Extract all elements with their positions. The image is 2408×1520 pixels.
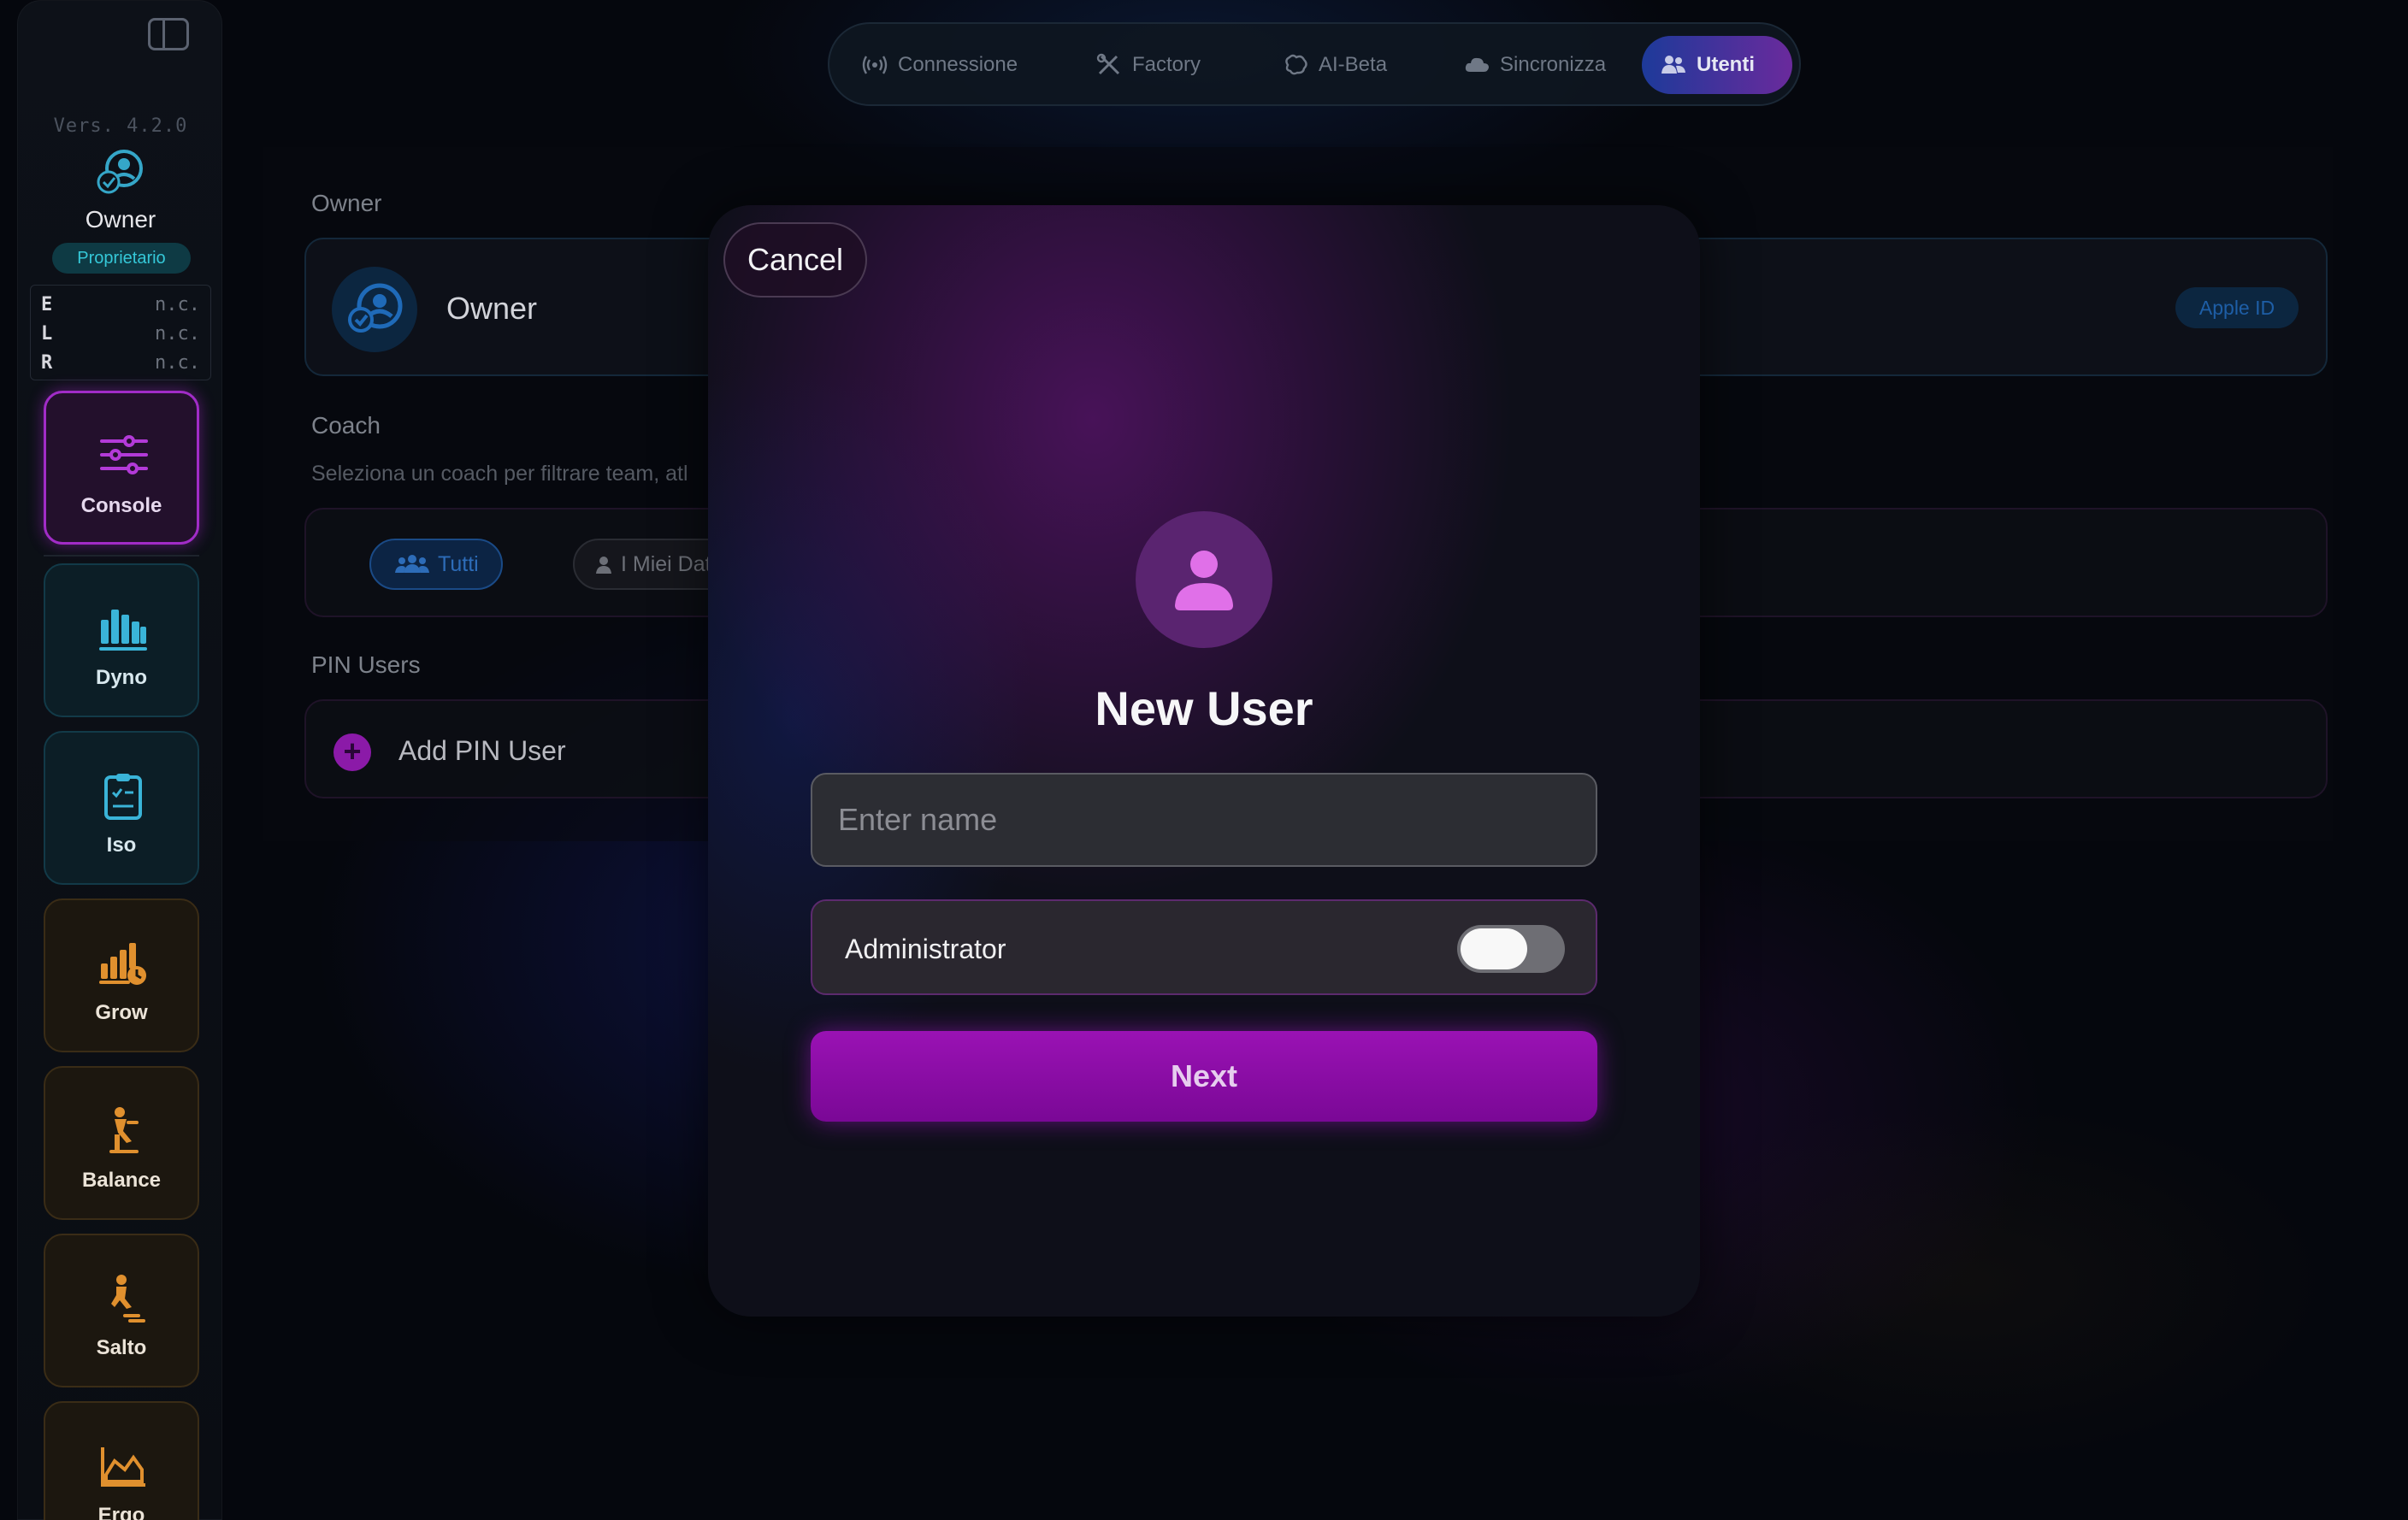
area-chart-icon (101, 1447, 145, 1487)
app-version: Vers. 4.2.0 (53, 115, 188, 137)
sidebar-item-ergo[interactable]: Ergo (44, 1401, 199, 1520)
person-icon (596, 557, 611, 574)
administrator-label: Administrator (845, 934, 1006, 964)
tab-sincronizza[interactable]: Sincronizza (1445, 36, 1667, 94)
new-user-avatar (1136, 511, 1272, 648)
elr-row-r: Rn.c. (41, 352, 200, 374)
clipboard-check-icon (104, 774, 142, 820)
sidebar-item-salto[interactable]: Salto (44, 1234, 199, 1387)
tab-utenti[interactable]: Utenti (1642, 36, 1792, 94)
tab-ai-beta[interactable]: AI-Beta (1264, 36, 1435, 94)
tab-connessione[interactable]: Connessione (843, 36, 1048, 94)
owner-section-label: Owner (311, 190, 382, 216)
modal-title: New User (1095, 681, 1313, 735)
users-icon (395, 555, 429, 573)
administrator-row: Administrator (811, 899, 1597, 995)
coach-section-label: Coach (311, 412, 381, 439)
owner-role-badge: Proprietario (52, 243, 191, 274)
sidebar-item-balance[interactable]: Balance (44, 1066, 199, 1220)
growth-chart-icon (99, 943, 146, 985)
owner-avatar (332, 267, 417, 352)
jump-person-icon (111, 1275, 145, 1323)
sidebar-item-label: Iso (106, 834, 137, 857)
apple-id-badge: Apple ID (2175, 287, 2299, 328)
signal-icon (862, 56, 888, 74)
users-icon (1661, 56, 1685, 74)
sidebar-item-label: Dyno (96, 666, 147, 689)
filter-pill-tutti[interactable]: Tutti (369, 539, 503, 590)
person-icon (1175, 551, 1233, 610)
coach-description: Seleziona un coach per filtrare team, at… (311, 462, 688, 486)
sidebar-item-grow[interactable]: Grow (44, 898, 199, 1052)
new-user-modal: Cancel New User Administrator Next (708, 205, 1700, 1317)
balance-person-icon (109, 1107, 139, 1153)
brain-icon (1285, 54, 1307, 75)
sidebar-item-label: Grow (95, 1001, 148, 1024)
sidebar-item-label: Console (80, 494, 162, 517)
toggle-knob (1461, 928, 1527, 969)
plus-icon: + (333, 733, 371, 771)
cloud-icon (1465, 57, 1489, 72)
sidebar-item-dyno[interactable]: Dyno (44, 563, 199, 717)
tools-icon (1096, 53, 1120, 75)
sidebar-item-iso[interactable]: Iso (44, 731, 199, 885)
administrator-toggle[interactable] (1457, 925, 1565, 973)
sliders-icon (100, 435, 148, 474)
tab-factory[interactable]: Factory (1077, 36, 1240, 94)
bar-chart-icon (99, 610, 147, 651)
sidebar-item-label: Salto (96, 1336, 147, 1359)
sidebar-item-label: Balance (81, 1169, 162, 1192)
pin-users-section-label: PIN Users (311, 651, 421, 678)
sidebar: Vers. 4.2.0 Owner Proprietario En.c. Ln.… (17, 0, 222, 1520)
next-button[interactable]: Next (811, 1031, 1597, 1122)
add-pin-user-label: Add PIN User (398, 735, 566, 766)
sidebar-divider (44, 555, 199, 557)
sidebar-owner-name: Owner (85, 206, 156, 233)
owner-verified-icon (97, 150, 143, 194)
name-input[interactable] (811, 773, 1597, 867)
sidebar-toggle-icon[interactable] (148, 18, 189, 50)
owner-card-name: Owner (446, 291, 538, 326)
cancel-button[interactable]: Cancel (723, 222, 867, 298)
sidebar-item-label: Ergo (97, 1504, 145, 1520)
elr-status-box: En.c. Ln.c. Rn.c. (30, 285, 211, 380)
top-tab-bar: Connessione Factory AI-Beta Sincronizza … (828, 22, 1801, 106)
sidebar-item-console[interactable]: Console (44, 391, 199, 545)
owner-verified-icon (348, 283, 403, 333)
elr-row-l: Ln.c. (41, 323, 200, 345)
elr-row-e: En.c. (41, 294, 200, 315)
